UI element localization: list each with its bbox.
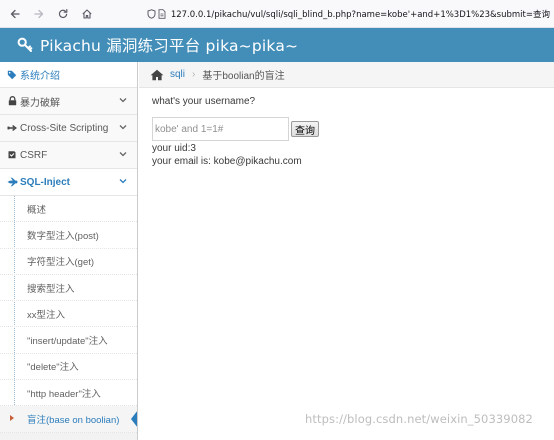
sidebar-item-label: 系统介绍 (20, 71, 60, 82)
chevron-down-icon[interactable] (119, 123, 127, 131)
submenu-item-label: "delete"注入 (27, 362, 79, 374)
chevron-down-icon[interactable] (119, 96, 127, 104)
submenu-item-overview[interactable]: 概述 (0, 196, 137, 223)
fighter-jet-icon (6, 177, 18, 187)
sidebar-item-xss[interactable]: Cross-Site Scripting (0, 115, 137, 142)
submenu-item-label: 数字型注入(post) (27, 230, 99, 242)
submenu-item-blind-boolian[interactable]: 盲注(base on boolian) (0, 406, 137, 433)
submenu-item-label: "http header"注入 (27, 388, 101, 400)
submenu-item-insert-update[interactable]: "insert/update"注入 (0, 327, 137, 354)
back-icon[interactable] (6, 5, 24, 23)
result-email: your email is: kobe@pikachu.com (152, 156, 302, 167)
shield-icon (6, 150, 18, 160)
sidebar-item-label: 暴力破解 (20, 97, 60, 109)
chevron-right-icon: › (192, 69, 196, 80)
breadcrumb-link-sqli[interactable]: sqli (170, 69, 185, 80)
active-pointer-icon (131, 410, 137, 429)
submenu-item-label: 盲注(base on boolian) (27, 415, 120, 427)
caret-right-icon (10, 415, 14, 422)
submenu-item-delete[interactable]: "delete"注入 (0, 354, 137, 381)
username-prompt: what's your username? (152, 96, 256, 107)
tag-icon (6, 70, 18, 80)
main-content: what's your username? 查询 your uid:3 your… (152, 96, 552, 168)
submenu-item-search[interactable]: 搜索型注入 (0, 275, 137, 302)
sidebar-item-label: Cross-Site Scripting (20, 122, 109, 134)
submenu-item-label: 字符型注入(get) (27, 257, 95, 269)
query-form: 查询 (152, 117, 552, 141)
submenu-item-label: 概述 (27, 204, 47, 216)
sql-inject-submenu: 概述 数字型注入(post) 字符型注入(get) 搜索型注入 xx型注入 "i… (0, 196, 137, 433)
forward-icon[interactable] (30, 5, 48, 23)
result-uid: your uid:3 (152, 143, 196, 154)
home-icon[interactable] (150, 69, 164, 81)
wrench-icon (6, 123, 18, 133)
submenu-item-http-header[interactable]: "http header"注入 (0, 380, 137, 407)
sidebar-item-intro[interactable]: 系统介绍 (0, 62, 137, 88)
sidebar-item-label: CSRF (20, 149, 48, 161)
submenu-item-label: "insert/update"注入 (27, 336, 108, 348)
submenu-item-numeric-post[interactable]: 数字型注入(post) (0, 222, 137, 249)
submenu-item-xx[interactable]: xx型注入 (0, 301, 137, 328)
shield-icon[interactable] (146, 9, 157, 19)
browser-toolbar: 127.0.0.1/pikachu/vul/sqli/sqli_blind_b.… (0, 0, 554, 28)
home-icon[interactable] (78, 5, 96, 23)
sidebar-item-brute-force[interactable]: 暴力破解 (0, 88, 137, 115)
breadcrumb: sqli › 基于boolian的盲注 (139, 62, 554, 88)
lock-icon (6, 96, 18, 106)
breadcrumb-current: 基于boolian的盲注 (202, 71, 285, 82)
query-button[interactable]: 查询 (291, 121, 319, 137)
chevron-down-icon[interactable] (119, 177, 127, 185)
page-icon[interactable] (157, 9, 168, 19)
app-header: Pikachu 漏洞练习平台 pika~pika~ (0, 28, 554, 62)
sidebar: 系统介绍 暴力破解 Cross-Site Scripting CSRF SQL-… (0, 62, 138, 440)
key-icon (14, 34, 36, 56)
sidebar-item-label: SQL-Inject (20, 176, 71, 188)
submenu-item-string-get[interactable]: 字符型注入(get) (0, 249, 137, 275)
app-title[interactable]: Pikachu 漏洞练习平台 pika~pika~ (40, 34, 298, 56)
sidebar-item-csrf[interactable]: CSRF (0, 142, 137, 169)
submenu-item-label: 搜索型注入 (27, 283, 75, 295)
watermark: https://blog.csdn.net/weixin_50339082 (305, 412, 533, 426)
username-input[interactable] (152, 117, 289, 141)
submenu-item-label: xx型注入 (27, 309, 66, 321)
reload-icon[interactable] (54, 5, 72, 23)
url-bar[interactable]: 127.0.0.1/pikachu/vul/sqli/sqli_blind_b.… (146, 4, 550, 24)
sidebar-item-sql-inject[interactable]: SQL-Inject (0, 169, 137, 196)
url-text[interactable]: 127.0.0.1/pikachu/vul/sqli/sqli_blind_b.… (171, 8, 550, 20)
chevron-down-icon[interactable] (119, 150, 127, 158)
